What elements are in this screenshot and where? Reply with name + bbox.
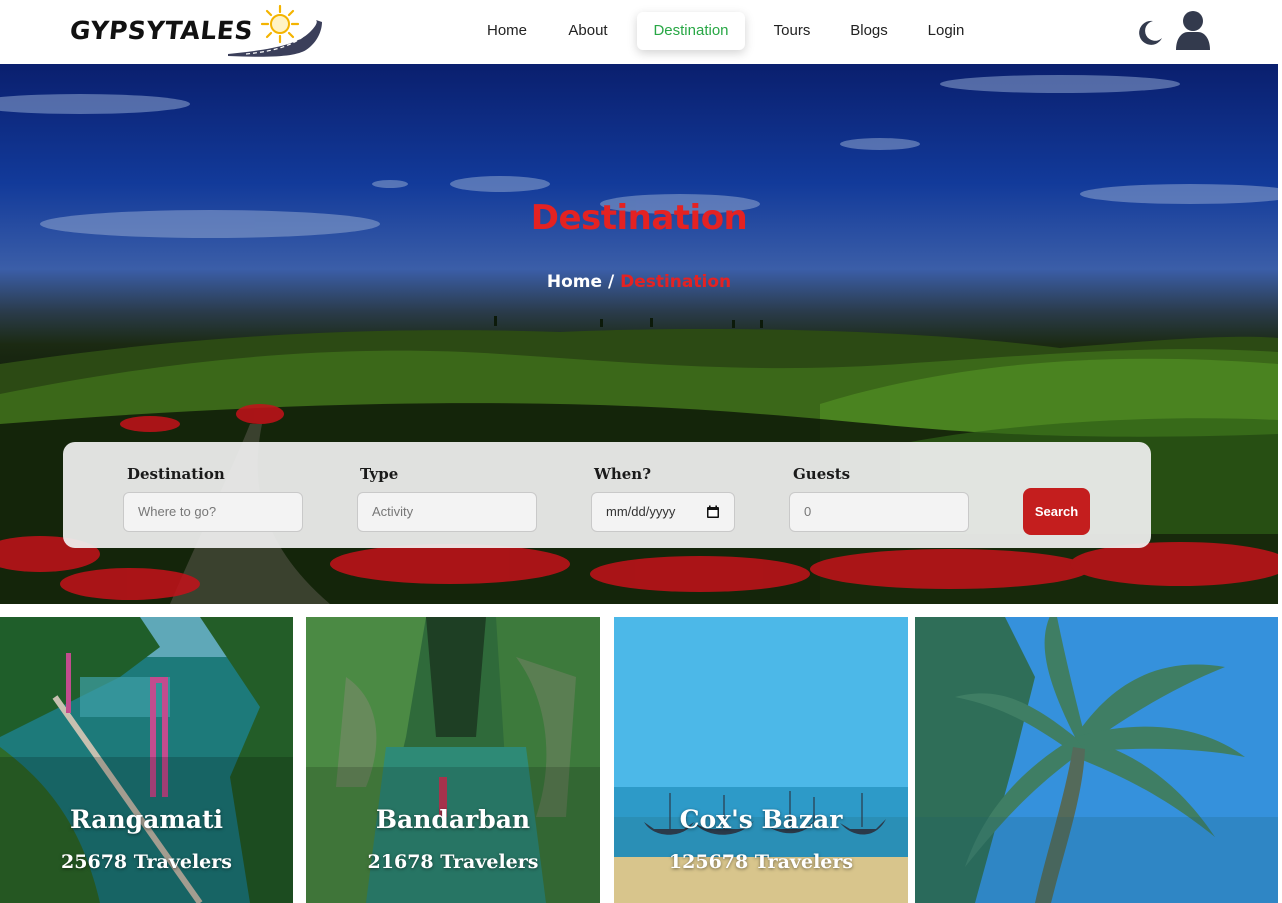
calendar-icon[interactable]: [706, 505, 720, 519]
destination-card-bandarban[interactable]: Bandarban 21678 Travelers: [306, 617, 600, 903]
nav-home[interactable]: Home: [478, 12, 536, 50]
main-nav: Home About Destination Tours Blogs Login: [0, 12, 1282, 50]
search-panel: Destination Where to go? Type Activity W…: [63, 442, 1151, 548]
destination-name: Rangamati: [69, 805, 224, 834]
traveler-count: 21678 Travelers: [367, 851, 539, 873]
page-title: Destination: [530, 198, 748, 238]
guests-label: Guests: [793, 465, 851, 483]
breadcrumb: Home / Destination: [0, 272, 1278, 292]
destination-name: Bandarban: [375, 805, 531, 834]
breadcrumb-current: Destination: [620, 272, 732, 292]
moon-icon[interactable]: [1134, 18, 1164, 48]
destination-card-palm[interactable]: [915, 617, 1278, 903]
breadcrumb-separator: /: [607, 272, 621, 292]
nav-tours[interactable]: Tours: [765, 12, 819, 50]
nav-destination[interactable]: Destination: [637, 12, 745, 50]
nav-login[interactable]: Login: [918, 12, 974, 50]
traveler-count: 125678 Travelers: [668, 851, 854, 873]
nav-blogs[interactable]: Blogs: [842, 12, 896, 50]
nav-about[interactable]: About: [560, 12, 616, 50]
search-button[interactable]: Search: [1023, 488, 1090, 535]
destination-name: Cox's Bazar: [679, 805, 843, 834]
palm-tree-image: [915, 617, 1278, 903]
traveler-count: 25678 Travelers: [61, 851, 232, 873]
date-input[interactable]: mm/dd/yyyy: [591, 492, 735, 532]
when-label: When?: [594, 465, 651, 483]
guests-input[interactable]: 0: [789, 492, 969, 532]
breadcrumb-home[interactable]: Home: [547, 272, 602, 292]
type-label: Type: [360, 465, 399, 483]
user-icon[interactable]: [1174, 10, 1212, 50]
date-placeholder: mm/dd/yyyy: [606, 504, 676, 519]
destination-label: Destination: [127, 465, 225, 483]
destination-input[interactable]: Where to go?: [123, 492, 303, 532]
type-input[interactable]: Activity: [357, 492, 537, 532]
navbar: GYPSYTALES Home About Destination Tours …: [0, 0, 1282, 64]
destination-card-coxs-bazar[interactable]: Cox's Bazar 125678 Travelers: [614, 617, 908, 903]
destination-card-rangamati[interactable]: Rangamati 25678 Travelers: [0, 617, 293, 903]
